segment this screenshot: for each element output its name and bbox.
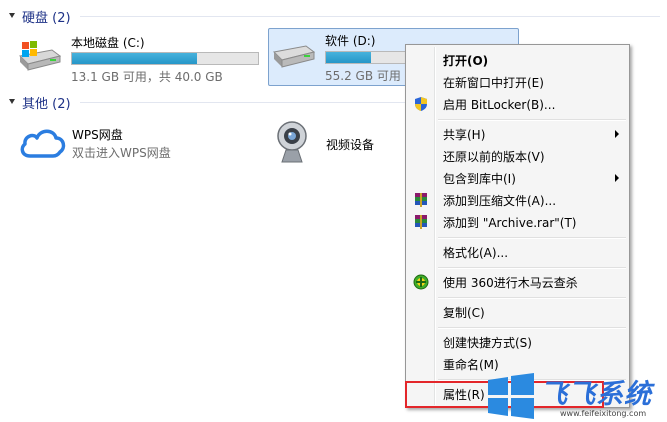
submenu-arrow-icon xyxy=(615,130,619,138)
collapse-arrow-icon[interactable] xyxy=(8,12,16,20)
menu-item-include-in-library[interactable]: 包含到库中(I) xyxy=(408,167,627,189)
menu-item-add-to-archive-rar[interactable]: 添加到 "Archive.rar"(T) xyxy=(408,211,627,233)
menu-separator xyxy=(438,119,626,121)
menu-item-add-to-archive[interactable]: 添加到压缩文件(A)... xyxy=(408,189,627,211)
menu-item-label: 包含到库中(I) xyxy=(443,172,516,186)
hard-drive-icon xyxy=(272,45,316,68)
wps-cloud-drive[interactable]: WPS网盘 双击进入WPS网盘 xyxy=(18,122,248,164)
windows-drive-icon xyxy=(18,41,62,71)
menu-item-label: 添加到压缩文件(A)... xyxy=(443,194,557,208)
menu-item-open-new-window[interactable]: 在新窗口中打开(E) xyxy=(408,71,627,93)
menu-item-bitlocker[interactable]: 启用 BitLocker(B)... xyxy=(408,93,627,115)
watermark-url: www.feifeixitong.com xyxy=(560,409,647,418)
menu-item-copy[interactable]: 复制(C) xyxy=(408,301,627,323)
shield-icon xyxy=(415,97,427,111)
menu-item-restore-versions[interactable]: 还原以前的版本(V) xyxy=(408,145,627,167)
menu-item-create-shortcut[interactable]: 创建快捷方式(S) xyxy=(408,331,627,353)
menu-item-label: 使用 360进行木马云查杀 xyxy=(443,276,578,290)
menu-item-360-scan[interactable]: 使用 360进行木马云查杀 xyxy=(408,271,627,293)
group-divider xyxy=(80,16,660,17)
item-description: 双击进入WPS网盘 xyxy=(72,146,171,160)
context-menu: 打开(O) 在新窗口中打开(E) 启用 BitLocker(B)... 共享(H… xyxy=(405,44,630,408)
submenu-arrow-icon xyxy=(615,174,619,182)
menu-separator xyxy=(438,237,626,239)
group-title: 硬盘 (2) xyxy=(22,10,71,26)
menu-item-label: 在新窗口中打开(E) xyxy=(443,76,544,90)
usage-fill xyxy=(72,53,197,64)
menu-item-label: 打开(O) xyxy=(443,54,489,68)
group-header-drives[interactable]: 硬盘 (2) xyxy=(0,6,71,26)
video-device[interactable]: 视频设备 xyxy=(274,120,404,166)
collapse-arrow-icon[interactable] xyxy=(8,98,16,106)
winrar-icon xyxy=(415,193,427,207)
menu-item-label: 复制(C) xyxy=(443,306,485,320)
drive-name: 软件 (D:) xyxy=(325,34,376,48)
menu-item-share[interactable]: 共享(H) xyxy=(408,123,627,145)
menu-item-label: 创建快捷方式(S) xyxy=(443,336,532,350)
group-divider xyxy=(80,102,405,103)
drive-free-space: 55.2 GB 可用 xyxy=(325,69,401,83)
winrar-icon xyxy=(415,215,427,229)
watermark-brand: 飞飞系统 xyxy=(540,379,652,410)
drive-name: 本地磁盘 (C:) xyxy=(71,36,145,50)
360-icon xyxy=(413,274,429,290)
item-name: WPS网盘 xyxy=(72,128,123,142)
group-title: 其他 (2) xyxy=(22,96,71,112)
item-name: 视频设备 xyxy=(326,138,375,152)
group-header-other[interactable]: 其他 (2) xyxy=(0,92,71,112)
usage-bar xyxy=(325,51,409,64)
menu-separator xyxy=(438,267,626,269)
menu-item-label: 还原以前的版本(V) xyxy=(443,150,545,164)
usage-fill xyxy=(326,52,372,63)
windows-logo-icon xyxy=(488,373,534,419)
menu-item-label: 共享(H) xyxy=(443,128,486,142)
menu-item-label: 添加到 "Archive.rar"(T) xyxy=(443,216,577,230)
menu-item-open[interactable]: 打开(O) xyxy=(408,49,627,71)
menu-item-label: 格式化(A)... xyxy=(443,246,509,260)
cloud-icon xyxy=(20,129,66,158)
webcam-icon xyxy=(277,121,307,163)
menu-item-label: 启用 BitLocker(B)... xyxy=(443,98,556,112)
usage-bar xyxy=(71,52,259,65)
drive-free-space: 13.1 GB 可用，共 40.0 GB xyxy=(71,70,223,84)
menu-separator xyxy=(438,327,626,329)
drive-c[interactable]: 本地磁盘 (C:) 13.1 GB 可用，共 40.0 GB xyxy=(16,34,266,84)
menu-item-format[interactable]: 格式化(A)... xyxy=(408,241,627,263)
watermark: 飞飞系统 www.feifeixitong.com xyxy=(484,370,667,422)
menu-separator xyxy=(438,297,626,299)
